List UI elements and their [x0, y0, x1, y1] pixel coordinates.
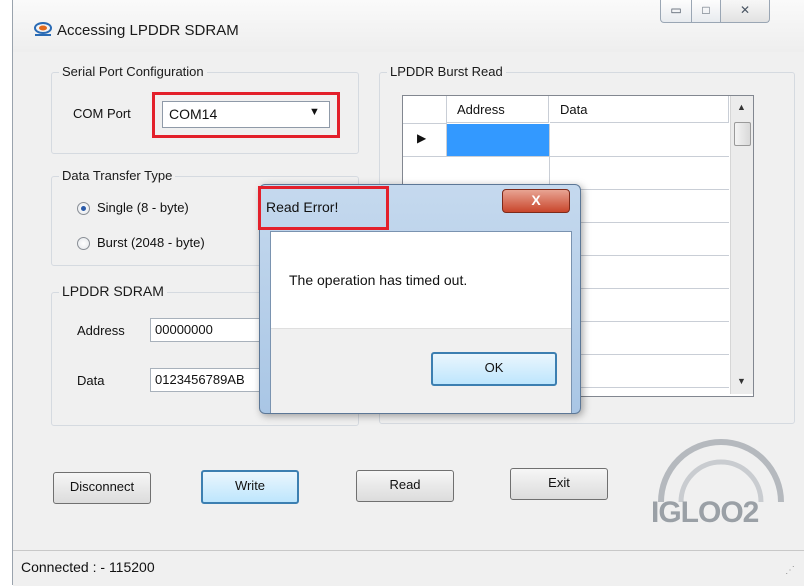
burst-radio[interactable] [77, 237, 90, 250]
data-input[interactable]: 0123456789AB [150, 368, 268, 392]
dialog-close-button[interactable]: X [502, 189, 570, 213]
com-port-select[interactable]: COM14 ▼ [162, 101, 330, 128]
current-row-arrow-icon: ▶ [417, 131, 427, 145]
burst-radio-label: Burst (2048 - byte) [97, 235, 205, 250]
address-label: Address [77, 323, 125, 338]
status-bar: Connected : - 115200 ⋰ [13, 550, 804, 586]
table-row[interactable]: ▶ [403, 124, 729, 157]
disconnect-button[interactable]: Disconnect [53, 472, 151, 504]
close-button[interactable]: ✕ [720, 0, 770, 23]
title-bar: Accessing LPDDR SDRAM ▭ □ ✕ [13, 0, 804, 52]
single-radio-label: Single (8 - byte) [97, 200, 189, 215]
write-button[interactable]: Write [201, 470, 299, 504]
maximize-button[interactable]: □ [691, 0, 721, 23]
data-column-header[interactable]: Data [550, 96, 729, 123]
grid-corner-header [403, 96, 447, 124]
read-button[interactable]: Read [356, 470, 454, 502]
row-header: ▶ [403, 124, 447, 156]
lpddr-sdram-group-label: LPDDR SDRAM [59, 283, 167, 299]
chevron-down-icon: ▼ [309, 106, 320, 118]
single-radio[interactable] [77, 202, 90, 215]
dialog-footer: OK [271, 328, 571, 413]
com-port-value: COM14 [169, 106, 218, 122]
resize-grip-icon[interactable]: ⋰ [785, 565, 795, 576]
minimize-button[interactable]: ▭ [660, 0, 692, 23]
exit-button[interactable]: Exit [510, 468, 608, 500]
selected-cell[interactable] [447, 124, 550, 156]
scroll-up-icon[interactable]: ▲ [737, 102, 746, 112]
status-text: Connected : - 115200 [21, 559, 155, 575]
com-port-label: COM Port [73, 106, 131, 121]
address-column-header[interactable]: Address [447, 96, 549, 123]
window-title: Accessing LPDDR SDRAM [57, 22, 239, 39]
app-icon [34, 22, 52, 36]
igloo2-logo-text: IGLOO2 [651, 496, 759, 529]
data-transfer-group-label: Data Transfer Type [59, 168, 176, 183]
dialog-message: The operation has timed out. [289, 272, 468, 288]
burst-read-group-label: LPDDR Burst Read [387, 64, 506, 79]
dialog-body: The operation has timed out. OK [270, 231, 572, 413]
address-input[interactable]: 00000000 [150, 318, 268, 342]
scroll-thumb[interactable] [734, 122, 751, 146]
dialog-title-highlight [258, 186, 389, 230]
scroll-down-icon[interactable]: ▼ [737, 376, 746, 386]
serial-port-group-label: Serial Port Configuration [59, 64, 207, 79]
grid-scrollbar[interactable]: ▲ ▼ [730, 96, 753, 394]
window-controls: ▭ □ ✕ [660, 0, 804, 30]
data-label: Data [77, 373, 105, 388]
ok-button[interactable]: OK [431, 352, 557, 386]
